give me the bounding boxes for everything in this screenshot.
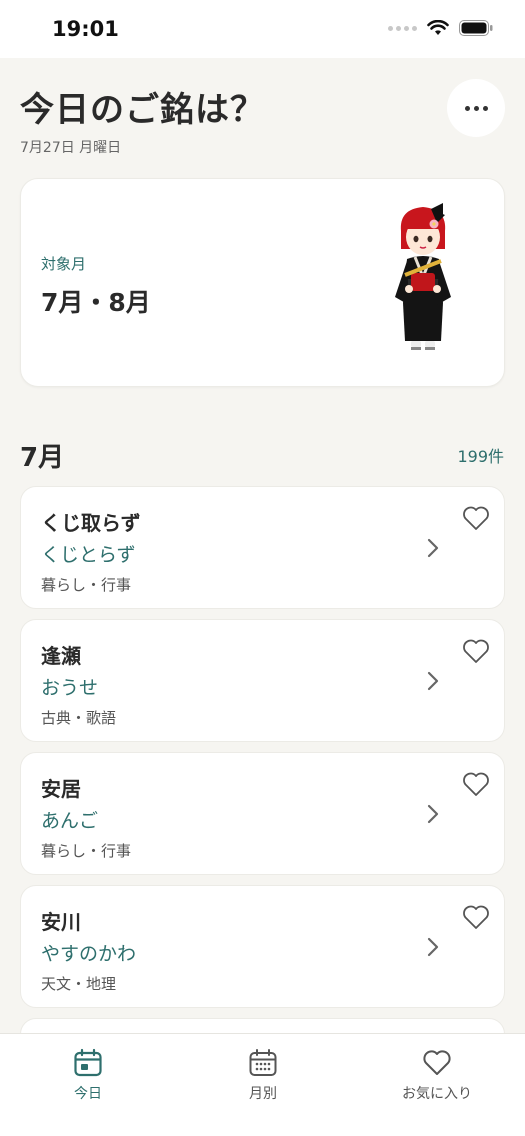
status-icons <box>388 20 493 36</box>
list-item[interactable]: くじ取らず くじとらず 暮らし・行事 <box>20 486 505 609</box>
item-category: 暮らし・行事 <box>41 576 132 594</box>
item-name: 安川 <box>41 910 81 934</box>
heart-icon[interactable] <box>462 638 490 664</box>
item-reading: くじとらず <box>41 544 136 566</box>
item-name: くじ取らず <box>41 511 141 535</box>
list-item[interactable]: 逢瀬 おうせ 古典・歌語 <box>20 619 505 742</box>
more-button[interactable] <box>447 79 505 137</box>
tab-label: 月別 <box>249 1086 277 1102</box>
chevron-right-icon <box>427 804 439 824</box>
heart-icon[interactable] <box>462 505 490 531</box>
signal-icon <box>388 25 417 31</box>
heart-icon <box>423 1050 451 1075</box>
chevron-right-icon <box>427 937 439 957</box>
wifi-icon <box>427 20 449 35</box>
item-category: 天文・地理 <box>41 975 117 993</box>
item-reading: あんご <box>41 810 99 832</box>
battery-icon <box>459 20 493 36</box>
item-category: 暮らし・行事 <box>41 842 132 860</box>
tab-bar: 今日 月別 お気に入り <box>0 1033 525 1136</box>
page-date: 7月27日 月曜日 <box>20 140 122 156</box>
item-reading: やすのかわ <box>41 943 137 965</box>
tab-monthly[interactable]: 月別 <box>203 1048 323 1103</box>
more-dot <box>464 105 470 111</box>
section-title: 7月 <box>20 443 65 473</box>
more-dot <box>473 105 479 111</box>
section-count: 199件 <box>457 447 504 466</box>
heart-icon[interactable] <box>462 904 490 930</box>
tab-favorites[interactable]: お気に入り <box>377 1048 497 1103</box>
status-bar: 19:01 <box>0 0 525 58</box>
item-name: 逢瀬 <box>41 644 81 668</box>
chevron-right-icon <box>427 671 439 691</box>
list-item[interactable]: 安川 やすのかわ 天文・地理 <box>20 885 505 1008</box>
item-name: 安居 <box>41 777 81 801</box>
page-title: 今日のご銘は？ <box>20 90 265 130</box>
tab-label: 今日 <box>74 1086 102 1102</box>
target-month-card: 対象月 7月・8月 <box>20 178 505 387</box>
target-months: 7月・8月 <box>41 288 151 317</box>
chevron-right-icon <box>427 538 439 558</box>
item-category: 古典・歌語 <box>41 709 117 727</box>
heart-icon[interactable] <box>462 771 490 797</box>
status-time: 19:01 <box>52 17 119 41</box>
target-month-label: 対象月 <box>41 255 87 273</box>
calendar-today-icon <box>74 1048 102 1077</box>
tab-label: お気に入り <box>402 1086 472 1102</box>
calendar-grid-icon <box>249 1049 277 1076</box>
more-dot <box>482 105 488 111</box>
tab-today[interactable]: 今日 <box>28 1048 148 1103</box>
item-reading: おうせ <box>41 677 99 699</box>
list-item[interactable]: 安居 あんご 暮らし・行事 <box>20 752 505 875</box>
kimono-girl-illustration <box>395 203 451 350</box>
